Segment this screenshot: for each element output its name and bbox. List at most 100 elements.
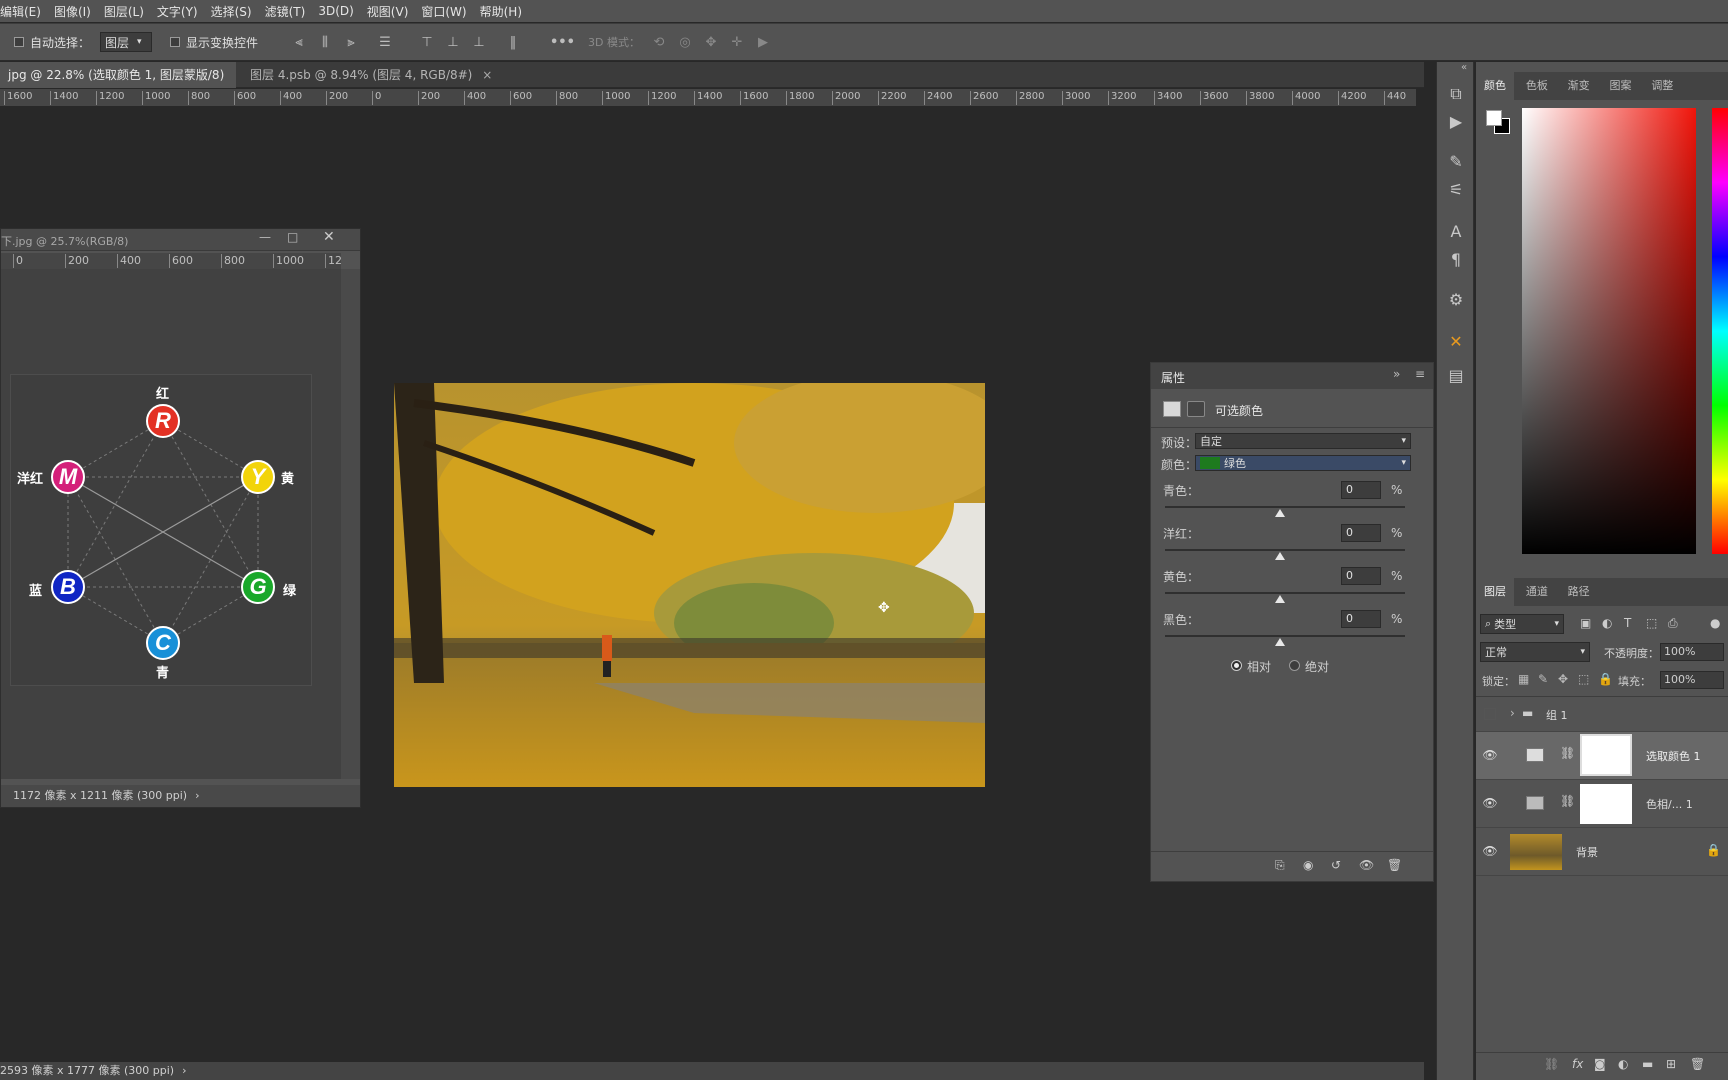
delete-layer-icon[interactable]: 🗑 — [1690, 1057, 1705, 1071]
eye-icon[interactable]: 👁 — [1482, 796, 1498, 812]
layer-select-dropdown[interactable]: 图层 ▾ — [100, 32, 152, 52]
collapse-icon[interactable]: » — [1393, 367, 1400, 381]
lock-transparent-icon[interactable]: ▦ — [1518, 672, 1529, 686]
layer-mask-thumbnail[interactable] — [1580, 784, 1632, 824]
tab-gradients[interactable]: 渐变 — [1560, 72, 1598, 100]
view-previous-icon[interactable]: ◉ — [1303, 858, 1313, 872]
tab-document-psb[interactable]: 图层 4.psb @ 8.94% (图层 4, RGB/8#) × — [242, 62, 500, 88]
layer-name[interactable]: 组 1 — [1546, 707, 1568, 723]
filter-smart-object-icon[interactable]: ⎙ — [1668, 616, 1678, 631]
adjustment-icon[interactable] — [1163, 401, 1181, 417]
magenta-value-input[interactable]: 0 — [1341, 524, 1381, 542]
color-dropdown[interactable]: 绿色 ▾ — [1195, 455, 1411, 471]
tab-paths[interactable]: 路径 — [1560, 578, 1598, 606]
actions-play-icon[interactable]: ▶ — [1443, 110, 1469, 134]
floating-document-window[interactable]: 下.jpg @ 25.7%(RGB/8) — □ ✕ 0 200 400 600 800… — [0, 228, 361, 808]
visibility-toggle[interactable] — [1484, 708, 1496, 720]
eye-icon[interactable]: 👁 — [1482, 844, 1498, 860]
lock-all-icon[interactable]: 🔒 — [1598, 672, 1613, 686]
filter-type-icon[interactable]: T — [1624, 616, 1631, 630]
cyan-slider-thumb[interactable] — [1275, 509, 1285, 517]
tools-icon[interactable]: ✕ — [1443, 330, 1469, 354]
hue-slider[interactable] — [1712, 108, 1728, 554]
minimize-icon[interactable]: — — [259, 230, 271, 244]
maximize-icon[interactable]: □ — [287, 230, 298, 244]
more-icon[interactable]: ••• — [550, 36, 575, 50]
tab-document-active[interactable]: jpg @ 22.8% (选取颜色 1, 图层蒙版/8) * × — [0, 62, 236, 108]
black-slider-track[interactable] — [1165, 635, 1405, 637]
auto-select-checkbox[interactable] — [14, 37, 24, 47]
tab-adjustments[interactable]: 调整 — [1643, 72, 1681, 100]
black-slider-thumb[interactable] — [1275, 638, 1285, 646]
cyan-value-input[interactable]: 0 — [1341, 481, 1381, 499]
tab-color[interactable]: 颜色 — [1476, 72, 1514, 100]
visibility-eye-icon[interactable]: 👁 — [1359, 858, 1374, 872]
3d-camera-icon[interactable]: ▶ — [756, 36, 770, 50]
delete-trash-icon[interactable]: 🗑 — [1387, 858, 1402, 872]
lock-position-icon[interactable]: ✥ — [1558, 672, 1568, 686]
close-icon[interactable]: × — [482, 68, 492, 82]
chevron-right-icon[interactable]: › — [195, 789, 199, 802]
layer-mask-thumbnail[interactable] — [1580, 734, 1632, 776]
3d-slide-icon[interactable]: ✛ — [730, 36, 744, 50]
window-title-bar[interactable]: 下.jpg @ 25.7%(RGB/8) — □ ✕ — [1, 229, 360, 251]
tool-presets-icon[interactable]: ⚟ — [1443, 178, 1469, 202]
properties-panel-icon[interactable]: ▤ — [1443, 364, 1469, 388]
preset-dropdown[interactable]: 自定 ▾ — [1195, 433, 1411, 449]
filter-shape-icon[interactable]: ⬚ — [1646, 616, 1657, 630]
align-middle-icon[interactable]: ⊥ — [446, 36, 460, 50]
foreground-color-swatch[interactable] — [1486, 110, 1502, 126]
filter-adjustment-icon[interactable]: ◐ — [1602, 616, 1612, 630]
yellow-value-input[interactable]: 0 — [1341, 567, 1381, 585]
layer-row-hue-saturation[interactable]: 👁 ⛓ 色相/... 1 — [1476, 780, 1728, 828]
opacity-input[interactable]: 100% — [1660, 643, 1724, 661]
black-value-input[interactable]: 0 — [1341, 610, 1381, 628]
tab-layers[interactable]: 图层 — [1476, 578, 1514, 606]
clone-source-icon[interactable]: ⚙ — [1443, 288, 1469, 312]
collapse-icon[interactable]: « — [1461, 62, 1467, 73]
menu-help[interactable]: 帮助(H) — [480, 3, 522, 20]
filter-pixel-icon[interactable]: ▣ — [1580, 616, 1591, 630]
tab-channels[interactable]: 通道 — [1518, 578, 1556, 606]
layer-name[interactable]: 选取颜色 1 — [1646, 748, 1701, 764]
new-adjustment-icon[interactable]: ◐ — [1618, 1057, 1628, 1071]
chevron-right-icon[interactable]: › — [1510, 706, 1515, 720]
align-left-icon[interactable]: ⫷ — [292, 36, 306, 50]
tab-patterns[interactable]: 图案 — [1601, 72, 1639, 100]
magenta-slider-thumb[interactable] — [1275, 552, 1285, 560]
clip-to-layer-icon[interactable]: ⎘ — [1275, 858, 1285, 873]
new-group-icon[interactable]: ▬ — [1642, 1057, 1653, 1071]
3d-roll-icon[interactable]: ◎ — [678, 36, 692, 50]
magenta-slider-track[interactable] — [1165, 549, 1405, 551]
align-right-icon[interactable]: ⫸ — [344, 36, 358, 50]
lock-image-icon[interactable]: ✎ — [1538, 672, 1548, 686]
layer-row-group[interactable]: › ▬ 组 1 — [1476, 698, 1728, 732]
reset-icon[interactable]: ↺ — [1331, 858, 1341, 872]
yellow-slider-track[interactable] — [1165, 592, 1405, 594]
layer-filter-dropdown[interactable]: ⌕ 类型 ▾ — [1480, 614, 1564, 634]
cyan-slider-track[interactable] — [1165, 506, 1405, 508]
link-icon[interactable]: ⛓ — [1560, 746, 1575, 760]
color-field-picker[interactable] — [1522, 108, 1696, 554]
history-icon[interactable]: ⧉ — [1443, 82, 1469, 106]
distribute-vertical-icon[interactable]: ‖ — [506, 36, 520, 50]
blend-mode-dropdown[interactable]: 正常 ▾ — [1480, 642, 1590, 662]
fill-input[interactable]: 100% — [1660, 671, 1724, 689]
new-layer-icon[interactable]: ⊞ — [1666, 1057, 1676, 1071]
paragraph-icon[interactable]: ¶ — [1443, 248, 1469, 272]
layer-name[interactable]: 色相/... 1 — [1646, 796, 1693, 812]
distribute-icon[interactable]: ☰ — [378, 36, 392, 50]
eye-icon[interactable]: 👁 — [1482, 748, 1498, 764]
relative-radio[interactable] — [1231, 660, 1242, 671]
menu-edit[interactable]: 编辑(E) — [0, 3, 41, 20]
layer-name[interactable]: 背景 — [1576, 844, 1598, 860]
3d-orbit-icon[interactable]: ⟲ — [652, 36, 666, 50]
tab-properties[interactable]: 属性 — [1161, 369, 1185, 386]
link-icon[interactable]: ⛓ — [1560, 794, 1575, 808]
layer-row-background[interactable]: 👁 背景 🔒 — [1476, 828, 1728, 876]
character-icon[interactable]: A — [1443, 220, 1469, 244]
align-center-icon[interactable]: ⫼ — [318, 36, 332, 50]
chevron-right-icon[interactable]: › — [182, 1064, 186, 1077]
menu-layer[interactable]: 图层(L) — [104, 3, 144, 20]
layer-row-selective-color[interactable]: 👁 ⛓ 选取颜色 1 — [1476, 732, 1728, 780]
